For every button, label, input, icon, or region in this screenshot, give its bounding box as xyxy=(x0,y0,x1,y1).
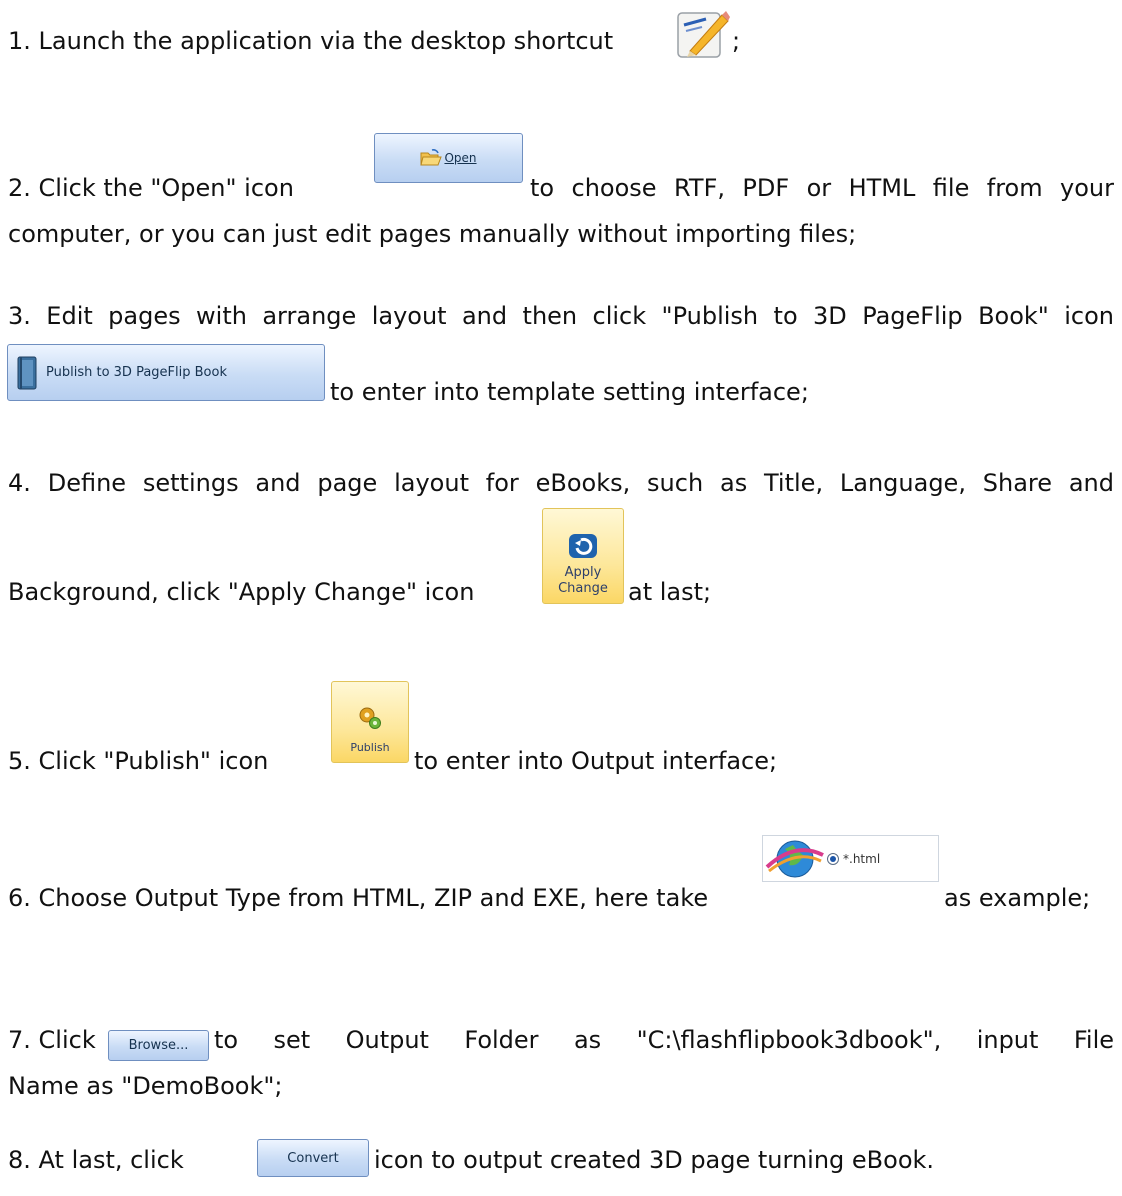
step-6-end: as example; xyxy=(944,883,1090,913)
apply-change-button[interactable]: Apply Change xyxy=(542,508,624,604)
step-2-end: to choose RTF, PDF or HTML file from you… xyxy=(530,173,1114,203)
refresh-icon xyxy=(569,534,597,558)
publish-to-3d-pageflip-book-label: Publish to 3D PageFlip Book xyxy=(46,365,227,380)
step-2-start: 2. Click the "Open" icon xyxy=(8,173,294,203)
html-output-option[interactable]: *.html xyxy=(762,835,939,882)
apply-change-label-1: Apply xyxy=(564,565,602,580)
publish-button[interactable]: Publish xyxy=(331,681,409,763)
step-1-text: 1. Launch the application via the deskto… xyxy=(8,27,614,55)
step-6-text: 6. Choose Output Type from HTML, ZIP and… xyxy=(8,884,709,912)
step-5-start: 5. Click "Publish" icon xyxy=(8,746,268,776)
browse-button[interactable]: Browse... xyxy=(108,1030,209,1061)
step-4-line2: Background, click "Apply Change" icon xyxy=(8,577,474,607)
step-7-text-after: to set Output Folder as "C:\flashflipboo… xyxy=(214,1026,1114,1054)
step-6-text-after: as example; xyxy=(944,884,1091,912)
step-7-text-cont: Name as "DemoBook"; xyxy=(8,1072,283,1100)
step-8-text: 8. At last, click xyxy=(8,1146,184,1174)
step-7-end: to set Output Folder as "C:\flashflipboo… xyxy=(214,1025,1114,1055)
step-5-text: 5. Click "Publish" icon xyxy=(8,747,269,775)
html-radio-button[interactable] xyxy=(827,852,839,865)
step-5-end: to enter into Output interface; xyxy=(414,746,777,776)
step-7-text: 7. Click xyxy=(8,1026,96,1054)
step-7-start: 7. Click xyxy=(8,1025,96,1055)
gears-icon xyxy=(359,707,381,729)
step-2-text-after: to choose RTF, PDF or HTML file from you… xyxy=(530,174,1114,202)
apply-change-label-2: Change xyxy=(558,581,608,596)
globe-icon xyxy=(765,840,824,877)
step-3-line1: 3. Edit pages with arrange layout and th… xyxy=(8,301,1114,331)
step-4-text: 4. Define settings and page layout for e… xyxy=(8,469,1114,497)
step-6-start: 6. Choose Output Type from HTML, ZIP and… xyxy=(8,883,708,913)
step-4-text-2: Background, click "Apply Change" icon xyxy=(8,578,475,606)
book-icon xyxy=(17,356,37,389)
step-2-text-cont: computer, or you can just edit pages man… xyxy=(8,220,857,248)
publish-to-3d-pageflip-book-button[interactable]: Publish to 3D PageFlip Book xyxy=(7,344,325,401)
step-2-text: 2. Click the "Open" icon xyxy=(8,174,294,202)
step-5-text-after: to enter into Output interface; xyxy=(414,747,778,775)
step-3-end: to enter into template setting interface… xyxy=(330,377,1114,407)
step-4-end: at last; xyxy=(628,577,711,607)
step-4-line1: 4. Define settings and page layout for e… xyxy=(8,468,1114,498)
convert-button-label: Convert xyxy=(287,1150,339,1166)
step-8-start: 8. At last, click xyxy=(8,1145,184,1175)
step-2-cont: computer, or you can just edit pages man… xyxy=(8,219,1114,249)
step-3-text-after: to enter into template setting interface… xyxy=(330,378,809,406)
step-8-text-after: icon to output created 3D page turning e… xyxy=(374,1146,935,1174)
browse-button-label: Browse... xyxy=(128,1038,189,1053)
step-1-end: ; xyxy=(732,26,740,56)
convert-button[interactable]: Convert xyxy=(257,1139,369,1177)
step-4-text-after: at last; xyxy=(628,578,712,606)
html-option-label: *.html xyxy=(843,851,881,866)
desktop-shortcut-icon[interactable] xyxy=(676,7,730,61)
step-7-cont: Name as "DemoBook"; xyxy=(8,1071,1114,1101)
publish-button-label: Publish xyxy=(350,741,390,754)
step-3-text: 3. Edit pages with arrange layout and th… xyxy=(8,302,1114,330)
open-button-label: Open xyxy=(444,151,477,165)
step-1-semicolon: ; xyxy=(732,27,741,55)
open-button[interactable]: Open xyxy=(374,133,523,183)
step-8-end: icon to output created 3D page turning e… xyxy=(374,1145,934,1175)
folder-icon xyxy=(420,149,443,166)
step-1: 1. Launch the application via the deskto… xyxy=(8,26,1114,56)
